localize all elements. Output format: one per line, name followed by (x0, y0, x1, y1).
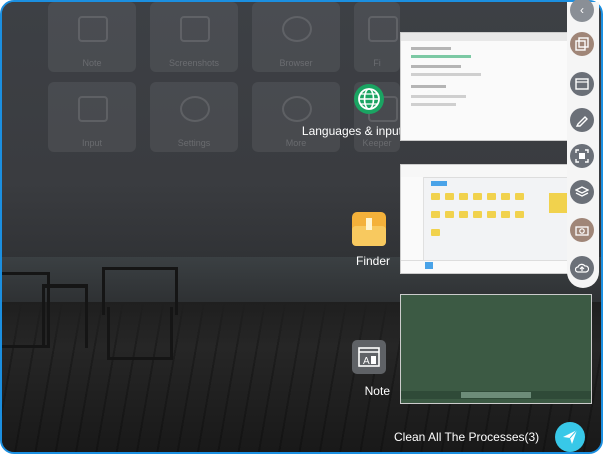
background-tile: Settings (150, 82, 238, 152)
background-table (42, 284, 88, 348)
recent-app-thumbnail-note[interactable] (400, 294, 592, 404)
recent-app-thumbnail-finder[interactable] (400, 164, 592, 274)
folder-icon (515, 211, 524, 218)
background-tile: Fi (354, 2, 400, 72)
upload-icon[interactable] (570, 256, 594, 280)
thumbnail-line (411, 73, 481, 76)
side-toolbar: ‹ (567, 0, 599, 288)
thumbnail-header (401, 165, 591, 178)
whiteboard-icon[interactable] (570, 72, 594, 96)
recent-app-label-note: Note (364, 384, 390, 398)
input-icon (78, 96, 108, 122)
tile-label: More (285, 138, 307, 148)
thumbnail-line (411, 55, 471, 58)
camera-icon[interactable] (570, 218, 594, 242)
note-icon (78, 16, 108, 42)
screenshot-icon (180, 16, 210, 42)
folder-icon (473, 193, 482, 200)
more-icon (282, 96, 312, 122)
background-tile: Browser (252, 2, 340, 72)
folder-icon (431, 229, 440, 236)
background-tile: Screenshots (150, 2, 238, 72)
pen-icon[interactable] (570, 108, 594, 132)
folder-icon (459, 193, 468, 200)
folder-icon (431, 193, 440, 200)
recent-app-label-finder: Finder (355, 254, 390, 268)
thumbnail-sidebar (401, 177, 424, 267)
thumbnail-line (411, 47, 451, 50)
tile-label: Input (81, 138, 103, 148)
thumbnail-line (411, 103, 456, 106)
folder-icon (352, 212, 386, 246)
folder-icon (445, 211, 454, 218)
background-tile: Input (48, 82, 136, 152)
folder-icon (473, 211, 482, 218)
tile-label: Note (82, 58, 102, 68)
svg-text:A: A (363, 356, 370, 367)
scan-icon[interactable] (570, 144, 594, 168)
tile-label: Fi (373, 58, 381, 68)
folder-icon (501, 193, 510, 200)
folder-icon (459, 211, 468, 218)
globe-icon (354, 84, 384, 114)
note-app-icon[interactable]: A (352, 340, 386, 374)
tile-label: Settings (177, 138, 211, 148)
back-icon[interactable]: ‹ (570, 0, 594, 22)
background-tile: More (252, 82, 340, 152)
folder-icon (431, 211, 440, 218)
finder-app-icon[interactable] (352, 212, 386, 246)
folder-icon (368, 16, 398, 42)
recent-app-thumbnail-languages[interactable] (400, 32, 592, 141)
thumbnail-line (411, 85, 446, 88)
folder-icon (515, 193, 524, 200)
background-tile: Note (48, 2, 136, 72)
paper-plane-icon (563, 429, 578, 444)
languages-app-icon[interactable] (352, 82, 386, 116)
layers-icon[interactable] (570, 180, 594, 204)
thumbnail-toolbar-group (461, 392, 531, 398)
thumbnail-line (411, 65, 461, 68)
thumbnail-header (401, 33, 591, 41)
tile-label: Keeper (362, 138, 392, 148)
tile-label: Browser (279, 58, 313, 68)
folder-icon (501, 211, 510, 218)
clean-all-button[interactable] (555, 422, 585, 452)
clean-all-label: Clean All The Processes(3) (394, 430, 540, 444)
launcher-frame: Note Screenshots Browser Fi Input Settin… (0, 0, 603, 454)
globe-icon (282, 16, 312, 42)
folder-icon (487, 211, 496, 218)
note-icon: A (352, 340, 386, 374)
thumbnail-tab (425, 262, 433, 269)
thumbnail-tab (431, 181, 447, 186)
background-chair (107, 307, 173, 360)
windows-icon[interactable] (570, 32, 594, 56)
thumbnail-line (411, 95, 466, 98)
recent-app-label-languages: Languages & input (301, 124, 402, 138)
folder-icon (445, 193, 454, 200)
gear-icon (180, 96, 210, 122)
tile-label: Screenshots (168, 58, 220, 68)
folder-icon (487, 193, 496, 200)
